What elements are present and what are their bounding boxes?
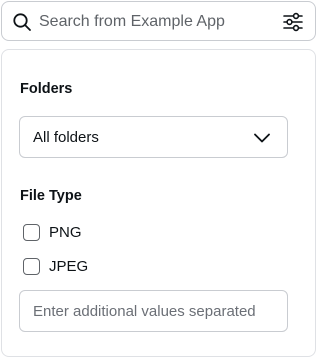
filter-panel: Folders All folders File Type PNG JPEG	[1, 49, 316, 357]
search-icon	[13, 13, 31, 31]
checkbox[interactable]	[23, 257, 40, 275]
file-type-heading: File Type	[20, 188, 82, 204]
checkbox[interactable]	[23, 223, 40, 241]
folder-select-value: All folders	[33, 128, 99, 146]
checkbox-label: PNG	[49, 223, 82, 241]
file-type-option-png[interactable]: PNG	[23, 222, 82, 242]
search-input[interactable]	[39, 10, 269, 34]
sliders-icon	[283, 12, 303, 32]
additional-values-input[interactable]	[19, 290, 288, 332]
chevron-down-icon	[254, 133, 270, 143]
filter-button[interactable]	[279, 8, 307, 36]
folders-heading: Folders	[20, 81, 73, 97]
search-bar	[1, 1, 316, 41]
folder-select[interactable]: All folders	[19, 116, 288, 158]
checkbox-label: JPEG	[49, 257, 89, 275]
file-type-option-jpeg[interactable]: JPEG	[23, 256, 88, 276]
